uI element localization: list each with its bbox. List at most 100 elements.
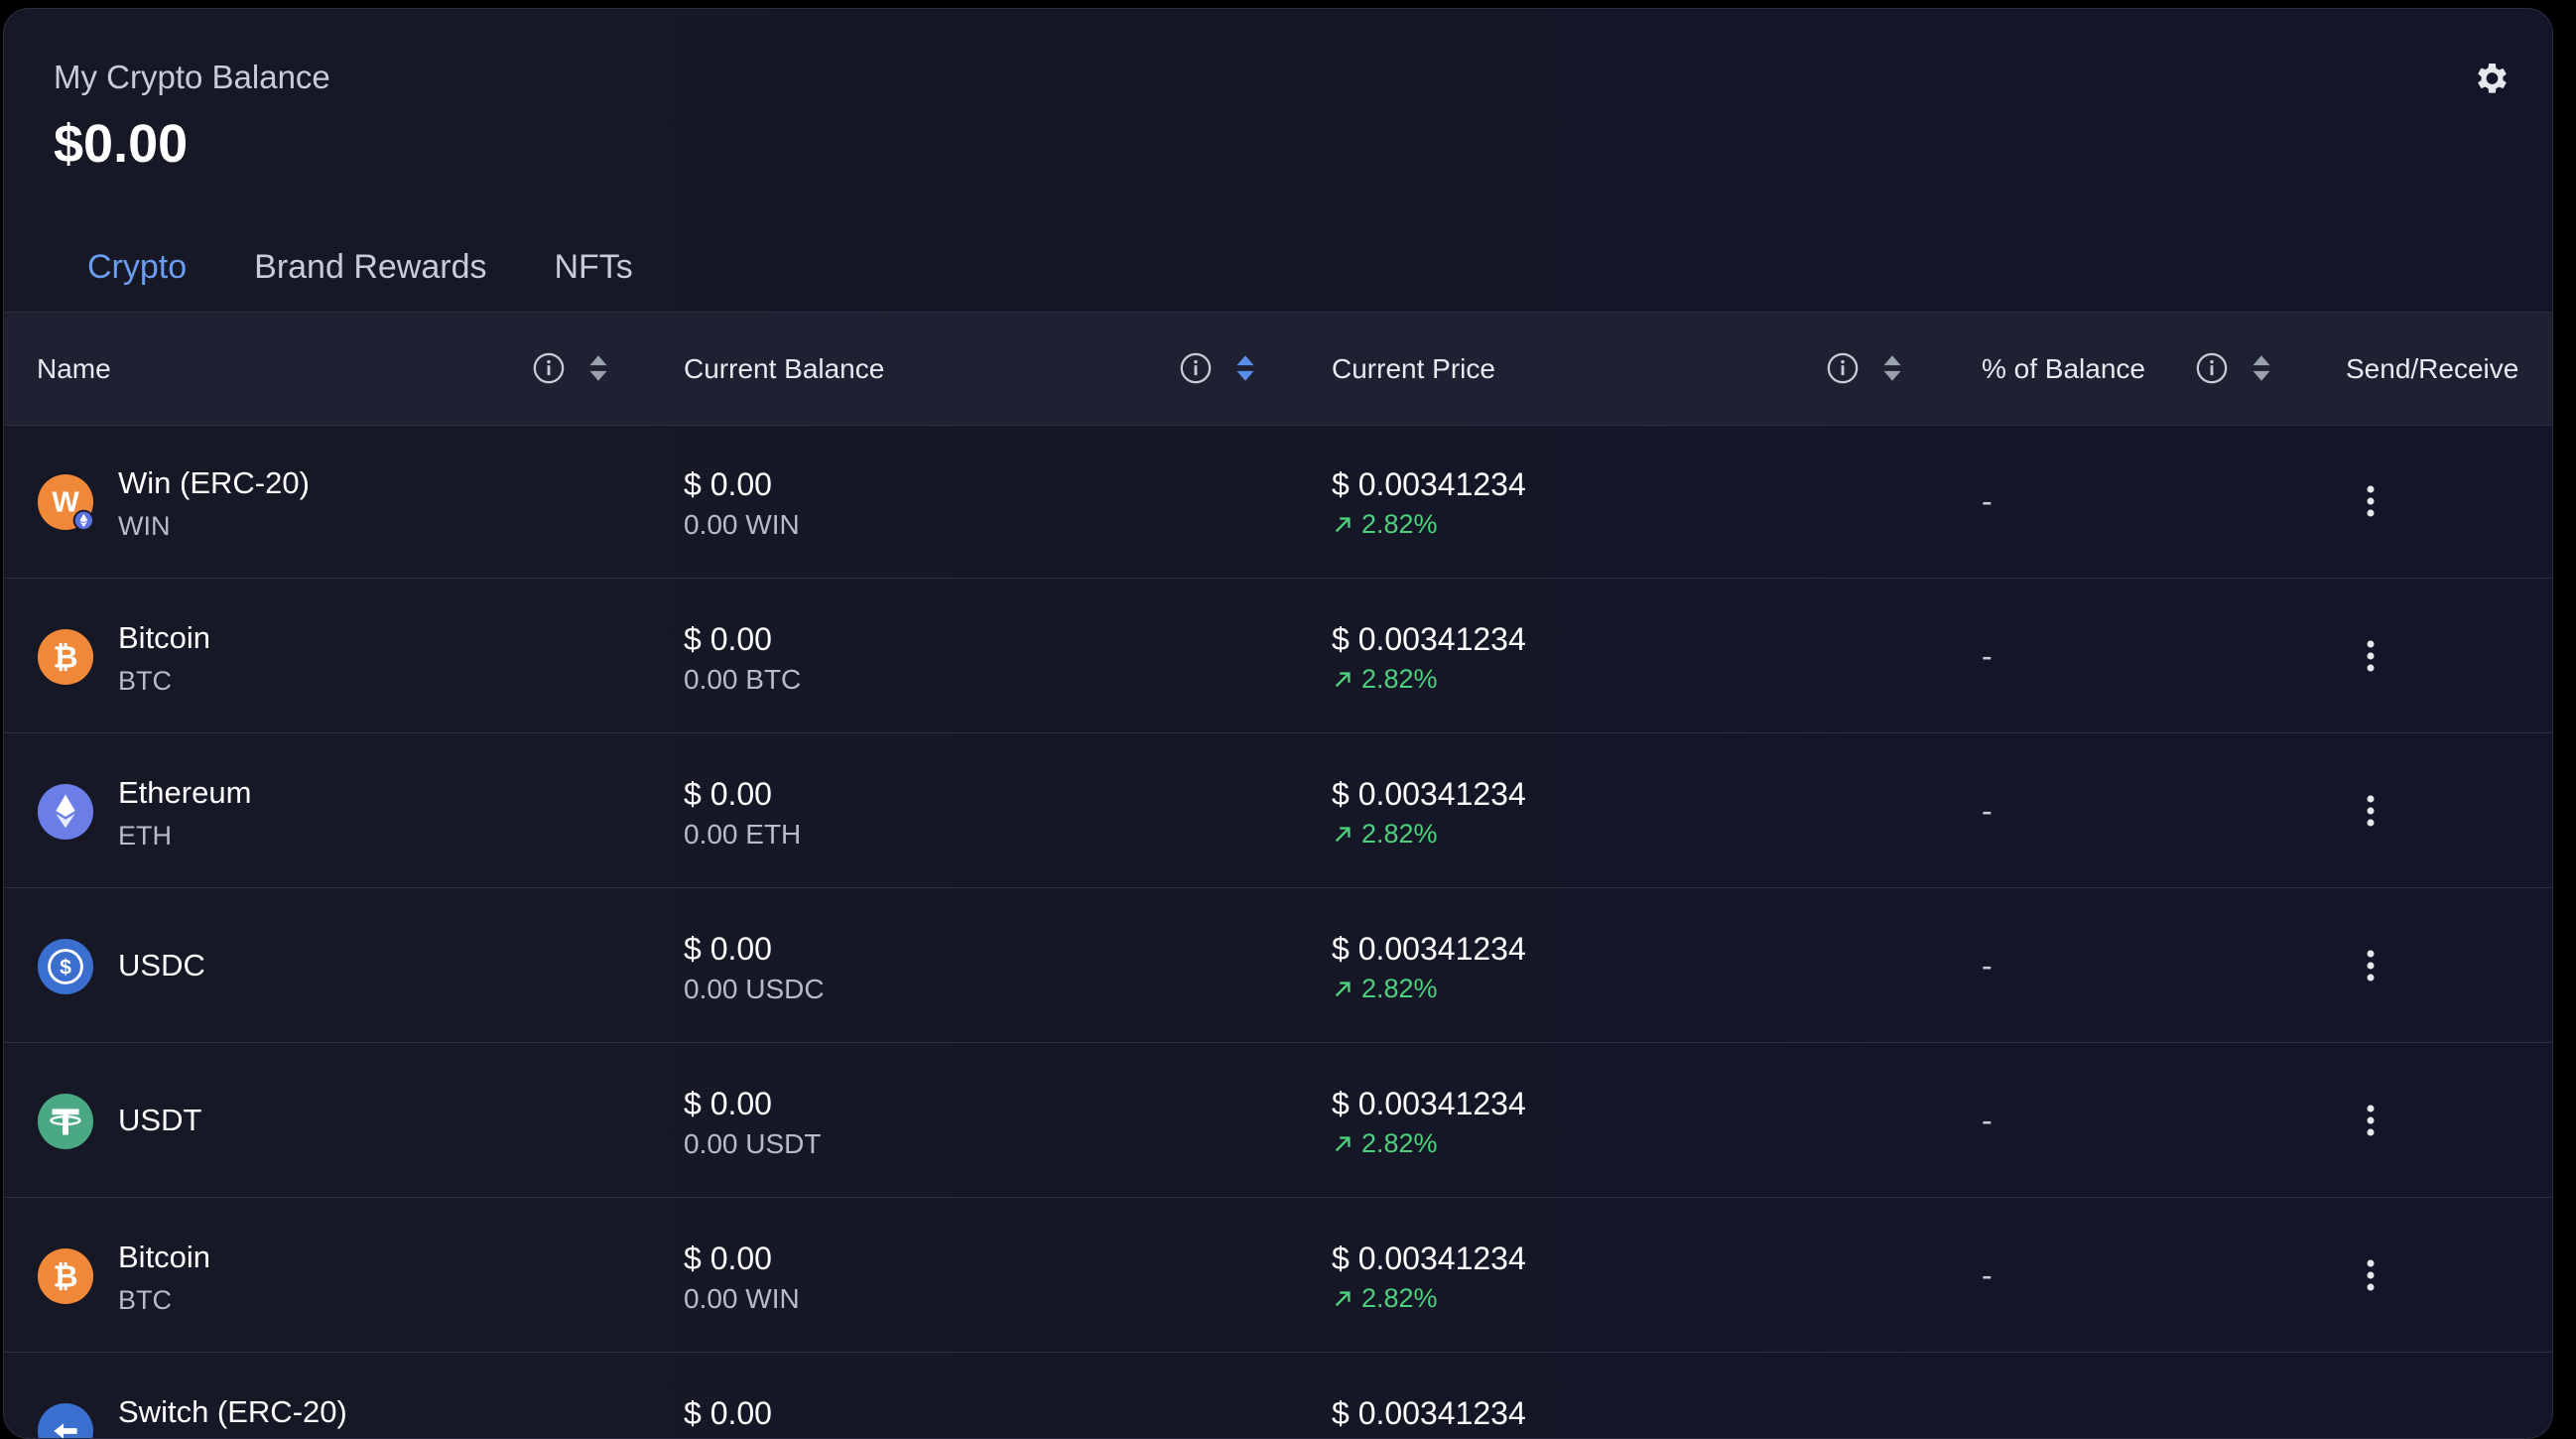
page-title: My Crypto Balance <box>54 59 330 95</box>
balance-crypto: 0.00 USDT <box>684 1128 822 1159</box>
arrow-up-right-icon <box>1335 826 1351 842</box>
table-row[interactable]: USDT $ 0.00 0.00 USDT $ 0.00341234 2.82%… <box>4 1043 2552 1198</box>
asset-symbol: BTC <box>118 666 172 696</box>
balance-crypto: 0.00 USDC <box>684 974 825 1004</box>
price-change-value: 2.82% <box>1361 974 1438 1003</box>
sort-icon[interactable] <box>1875 350 1909 386</box>
balance-fiat: $ 0.00 <box>684 776 772 812</box>
price-change-value: 2.82% <box>1361 509 1438 539</box>
price-column-controls <box>1826 350 1909 386</box>
current-price: $ 0.00341234 <box>1332 1086 1526 1121</box>
asset-name: Bitcoin <box>118 1240 211 1274</box>
arrow-up-right-icon <box>1335 1290 1351 1306</box>
ethereum-icon <box>37 783 94 841</box>
column-header-percent-of-balance[interactable]: % of Balance <box>1982 313 2145 425</box>
table-row[interactable]: Ethereum ETH $ 0.00 0.00 ETH $ 0.0034123… <box>4 733 2552 888</box>
asset-symbol: WIN <box>118 511 171 541</box>
bitcoin-icon: ₿ <box>37 1247 94 1305</box>
balance-crypto: 0.00 BTC <box>684 664 802 695</box>
price-change-value: 2.82% <box>1361 1283 1438 1313</box>
more-options-icon[interactable] <box>2354 791 2387 831</box>
table-header: Name Current Balance Current Price % of … <box>4 312 2552 426</box>
win-coin-icon: W <box>37 473 94 531</box>
balance-fiat: $ 0.00 <box>684 1241 772 1276</box>
more-options-icon[interactable] <box>2354 946 2387 985</box>
usdc-icon: $ <box>37 938 94 995</box>
info-icon[interactable] <box>532 350 566 386</box>
info-icon[interactable] <box>1179 350 1213 386</box>
table-row[interactable]: ₿ Bitcoin BTC $ 0.00 0.00 BTC $ 0.003412… <box>4 579 2552 733</box>
price-change: 2.82% <box>1332 1128 1438 1159</box>
sort-icon[interactable] <box>581 350 615 386</box>
asset-name: Ethereum <box>118 775 252 810</box>
asset-name: Win (ERC-20) <box>118 465 310 500</box>
current-price: $ 0.00341234 <box>1332 1395 1526 1431</box>
crypto-balance-panel: My Crypto Balance $0.00 Crypto Brand Rew… <box>3 8 2553 1439</box>
asset-list: W Win (ERC-20) WIN $ 0.00 0.00 WIN $ 0.0… <box>4 424 2552 1438</box>
column-header-send-receive: Send/Receive <box>2346 353 2519 384</box>
current-price: $ 0.00341234 <box>1332 466 1526 502</box>
price-change: 2.82% <box>1332 664 1438 695</box>
price-change: 2.82% <box>1332 509 1438 540</box>
percent-of-balance: - <box>1982 483 1993 519</box>
current-price: $ 0.00341234 <box>1332 931 1526 967</box>
balance-fiat: $ 0.00 <box>684 621 772 657</box>
sort-icon[interactable] <box>2245 350 2278 386</box>
asset-symbol: BTC <box>118 1285 172 1315</box>
tab-bar: Crypto Brand Rewards NFTs <box>54 232 667 317</box>
asset-name: Bitcoin <box>118 620 211 655</box>
tab-brand-rewards[interactable]: Brand Rewards <box>220 232 520 317</box>
asset-name: USDT <box>118 1103 202 1137</box>
balance-fiat: $ 0.00 <box>684 931 772 967</box>
column-header-current-price[interactable]: Current Price <box>1332 313 1495 425</box>
percent-of-balance: - <box>1982 948 1993 983</box>
asset-name: Switch (ERC-20) <box>118 1394 347 1429</box>
more-options-icon[interactable] <box>2354 1255 2387 1295</box>
percent-of-balance: - <box>1982 1103 1993 1138</box>
current-price: $ 0.00341234 <box>1332 1241 1526 1276</box>
asset-symbol: ETH <box>118 821 172 850</box>
percent-of-balance: - <box>1982 1257 1993 1293</box>
settings-gear-icon[interactable] <box>2471 59 2511 98</box>
tab-crypto[interactable]: Crypto <box>54 232 221 317</box>
balance-fiat: $ 0.00 <box>684 1395 772 1431</box>
column-header-name[interactable]: Name <box>37 313 111 425</box>
balance-fiat: $ 0.00 <box>684 466 772 502</box>
table-row[interactable]: ₿ Bitcoin BTC $ 0.00 0.00 WIN $ 0.003412… <box>4 1198 2552 1353</box>
table-row[interactable]: $ USDC $ 0.00 0.00 USDC $ 0.00341234 2.8… <box>4 888 2552 1043</box>
table-row[interactable]: W Win (ERC-20) WIN $ 0.00 0.00 WIN $ 0.0… <box>4 424 2552 579</box>
more-options-icon[interactable] <box>2354 636 2387 676</box>
current-price: $ 0.00341234 <box>1332 621 1526 657</box>
percent-of-balance: - <box>1982 638 1993 674</box>
info-icon[interactable] <box>2195 350 2229 386</box>
arrow-up-right-icon <box>1335 981 1351 996</box>
info-icon[interactable] <box>1826 350 1860 386</box>
name-column-controls <box>532 350 615 386</box>
bitcoin-icon: ₿ <box>37 628 94 686</box>
total-balance: $0.00 <box>54 114 189 174</box>
balance-column-controls <box>1179 350 1262 386</box>
sort-active-icon[interactable] <box>1228 350 1262 386</box>
arrow-up-right-icon <box>1335 1135 1351 1151</box>
balance-crypto: 0.00 ETH <box>684 819 802 850</box>
table-row[interactable]: Switch (ERC-20) $ 0.00 $ 0.00341234 <box>4 1353 2552 1438</box>
current-price: $ 0.00341234 <box>1332 776 1526 812</box>
balance-crypto: 0.00 WIN <box>684 509 800 540</box>
svg-text:$: $ <box>60 956 71 980</box>
price-change-value: 2.82% <box>1361 1128 1438 1158</box>
arrow-up-right-icon <box>1335 516 1351 532</box>
balance-fiat: $ 0.00 <box>684 1086 772 1121</box>
price-change: 2.82% <box>1332 1283 1438 1314</box>
price-change: 2.82% <box>1332 819 1438 850</box>
asset-name: USDC <box>118 948 205 982</box>
price-change-value: 2.82% <box>1361 819 1438 849</box>
arrow-up-right-icon <box>1335 671 1351 687</box>
price-change: 2.82% <box>1332 974 1438 1004</box>
percent-of-balance: - <box>1982 793 1993 829</box>
more-options-icon[interactable] <box>2354 481 2387 521</box>
tab-nfts[interactable]: NFTs <box>520 232 666 317</box>
balance-crypto: 0.00 WIN <box>684 1283 800 1314</box>
more-options-icon[interactable] <box>2354 1101 2387 1140</box>
usdt-icon <box>37 1093 94 1150</box>
column-header-current-balance[interactable]: Current Balance <box>684 313 884 425</box>
